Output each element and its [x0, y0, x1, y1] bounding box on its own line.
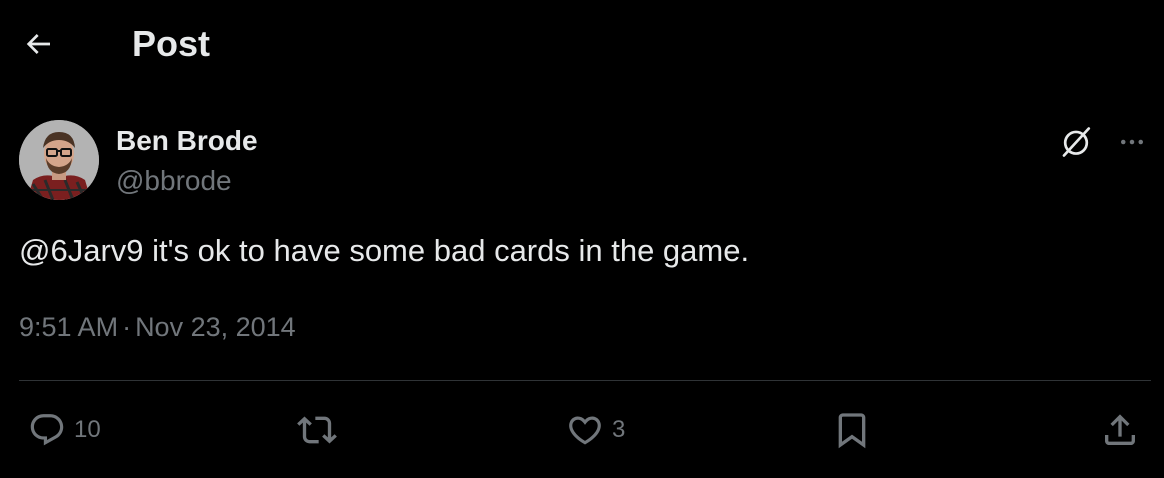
- meta-separator: ·: [122, 312, 132, 342]
- bookmark-button[interactable]: [832, 408, 872, 452]
- grok-button[interactable]: [1056, 122, 1096, 162]
- grok-icon: [1062, 127, 1091, 157]
- more-horizontal-icon: [1121, 139, 1143, 145]
- reply-button[interactable]: 10: [28, 408, 101, 452]
- avatar[interactable]: [19, 120, 99, 200]
- arrow-left-icon: [26, 34, 50, 54]
- heart-icon: [569, 416, 601, 445]
- top-bar: Post: [0, 0, 1164, 88]
- post-text: @6Jarv9 it's ok to have some bad cards i…: [19, 233, 750, 268]
- repost-icon: [297, 416, 337, 444]
- post-date[interactable]: Nov 23, 2014: [135, 312, 296, 342]
- page-title: Post: [132, 23, 211, 64]
- like-button[interactable]: 3: [566, 408, 625, 452]
- author-handle[interactable]: @bbrode: [116, 164, 232, 198]
- bookmark-icon: [838, 413, 866, 449]
- reply-count: 10: [74, 416, 101, 443]
- more-button[interactable]: [1112, 122, 1152, 162]
- author-name[interactable]: Ben Brode: [116, 124, 258, 158]
- share-icon: [1105, 414, 1135, 445]
- like-count: 3: [612, 416, 626, 443]
- post-timestamp[interactable]: 9:51 AM · Nov 23, 2014: [19, 310, 296, 344]
- post-time[interactable]: 9:51 AM: [19, 312, 118, 342]
- divider: [19, 380, 1151, 381]
- back-button[interactable]: [18, 24, 58, 64]
- share-button[interactable]: [1100, 408, 1140, 452]
- avatar-image: [19, 120, 99, 200]
- reply-icon: [30, 414, 64, 446]
- repost-button[interactable]: [297, 408, 337, 452]
